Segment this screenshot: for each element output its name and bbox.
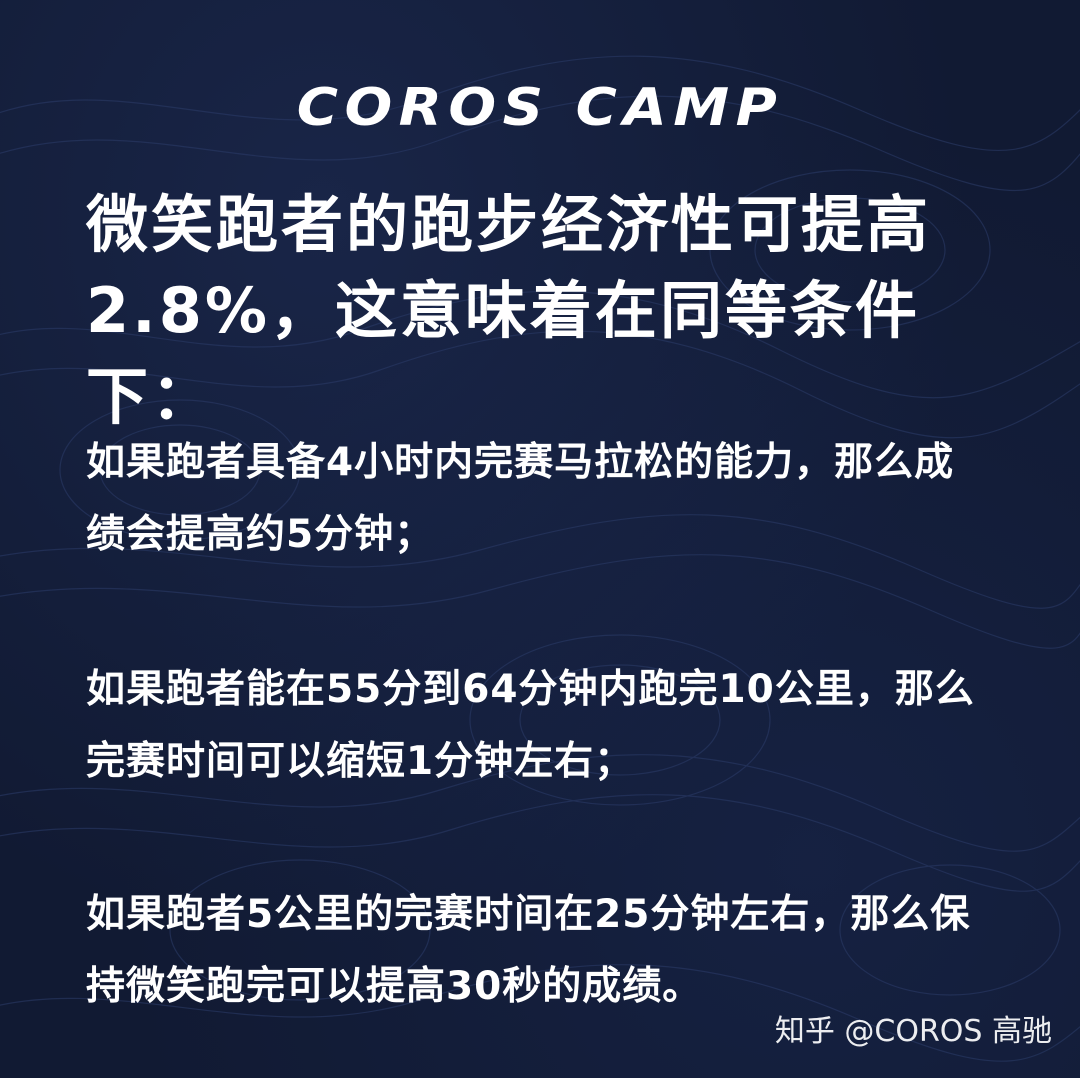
headline-line-1: 微笑跑者的跑步经济性可提高 — [86, 188, 932, 261]
headline: 微笑跑者的跑步经济性可提高 2.8%，这意味着在同等条件下： — [86, 182, 1046, 440]
paragraph-line: 如果跑者能在55分到64分钟内跑完10公里，那么 — [86, 667, 975, 712]
paragraph-line: 如果跑者具备4小时内完赛马拉松的能力，那么成 — [86, 440, 955, 485]
paragraph-10k: 如果跑者能在55分到64分钟内跑完10公里，那么 完赛时间可以缩短1分钟左右； — [86, 654, 1046, 798]
paragraph-line: 绩会提高约5分钟； — [86, 512, 435, 557]
paragraph-5k: 如果跑者5公里的完赛时间在25分钟左右，那么保 持微笑跑完可以提高30秒的成绩。 — [86, 879, 1046, 1023]
coros-camp-logo: COROS CAMP — [296, 78, 784, 138]
headline-line-2: 2.8%，这意味着在同等条件下： — [86, 274, 920, 433]
paragraph-line: 完赛时间可以缩短1分钟左右； — [86, 739, 635, 784]
paragraph-line: 如果跑者5公里的完赛时间在25分钟左右，那么保 — [86, 892, 971, 937]
zhihu-watermark: 知乎 @COROS 高驰 — [774, 1014, 1052, 1049]
paragraph-marathon: 如果跑者具备4小时内完赛马拉松的能力，那么成 绩会提高约5分钟； — [86, 427, 1046, 571]
